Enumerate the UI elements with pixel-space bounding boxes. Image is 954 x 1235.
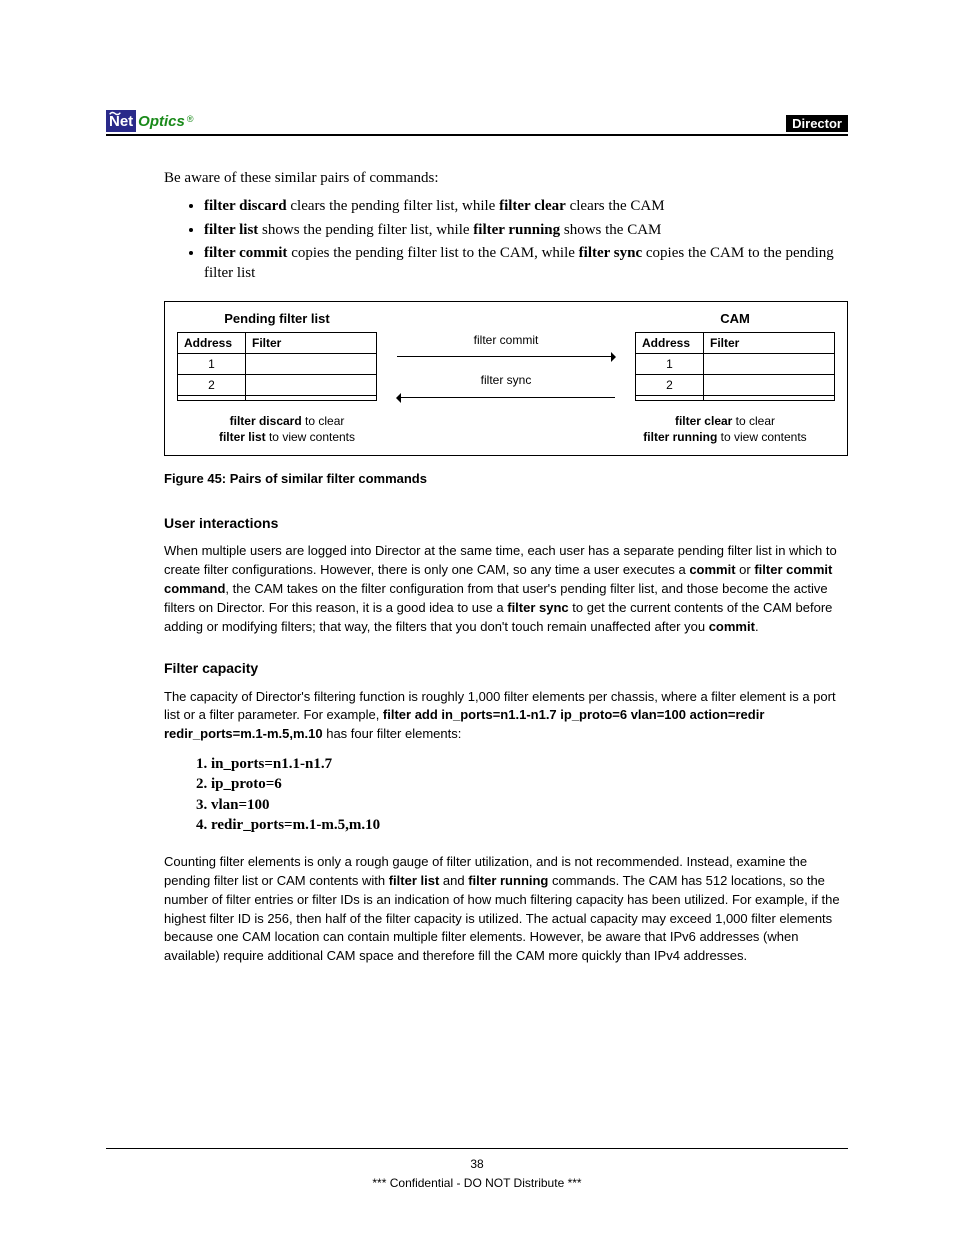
pending-table-col: Pending filter list AddressFilter 1 2 bbox=[177, 310, 377, 401]
cam-table: AddressFilter 1 2 bbox=[635, 332, 835, 402]
intro-text: Be aware of these similar pairs of comma… bbox=[164, 168, 848, 188]
list-item: filter discard clears the pending filter… bbox=[204, 196, 848, 216]
confidential-notice: *** Confidential - DO NOT Distribute *** bbox=[0, 1174, 954, 1193]
table-row: 2 bbox=[178, 375, 377, 396]
page-number: 38 bbox=[0, 1155, 954, 1174]
under-cam-text: filter clear to clear filter running to … bbox=[615, 413, 835, 445]
arrow-left-icon bbox=[387, 391, 625, 405]
arrow-commit-label: filter commit bbox=[377, 332, 635, 348]
arrow-right-icon bbox=[387, 350, 625, 364]
list-item: filter commit copies the pending filter … bbox=[204, 243, 848, 284]
logo-wave-icon: 〜 bbox=[109, 111, 133, 117]
filter-capacity-heading: Filter capacity bbox=[164, 659, 848, 678]
footer-rule bbox=[106, 1148, 848, 1149]
logo-net-box: 〜 Net bbox=[106, 110, 136, 132]
table-row bbox=[178, 396, 377, 401]
list-item: 2. ip_proto=6 bbox=[196, 774, 848, 794]
logo: 〜 Net Optics ® bbox=[106, 110, 194, 132]
list-item: filter list shows the pending filter lis… bbox=[204, 220, 848, 240]
filter-capacity-para1: The capacity of Director's filtering fun… bbox=[164, 688, 848, 745]
figure-caption: Figure 45: Pairs of similar filter comma… bbox=[164, 470, 848, 488]
arrow-sync-label: filter sync bbox=[377, 372, 635, 388]
table-row: 2 bbox=[636, 375, 835, 396]
user-interactions-para: When multiple users are logged into Dire… bbox=[164, 542, 848, 636]
table-row bbox=[636, 396, 835, 401]
list-item: 4. redir_ports=m.1-m.5,m.10 bbox=[196, 815, 848, 835]
page-footer: 38 *** Confidential - DO NOT Distribute … bbox=[0, 1155, 954, 1193]
director-badge: Director bbox=[786, 115, 848, 132]
table-row: 1 bbox=[636, 353, 835, 374]
filter-capacity-para2: Counting filter elements is only a rough… bbox=[164, 853, 848, 966]
under-pending-text: filter discard to clear filter list to v… bbox=[177, 413, 397, 445]
pending-title: Pending filter list bbox=[177, 310, 377, 328]
table-row: 1 bbox=[178, 353, 377, 374]
filter-elements-list: 1. in_ports=n1.1-n1.7 2. ip_proto=6 3. v… bbox=[196, 754, 848, 835]
arrows-column: filter commit filter sync bbox=[377, 310, 635, 404]
logo-registered-icon: ® bbox=[187, 114, 194, 124]
figure-box: Pending filter list AddressFilter 1 2 fi… bbox=[164, 301, 848, 456]
logo-optics-text: Optics bbox=[138, 113, 185, 130]
page-header: 〜 Net Optics ® Director bbox=[106, 110, 848, 136]
command-pairs-list: filter discard clears the pending filter… bbox=[164, 196, 848, 283]
user-interactions-heading: User interactions bbox=[164, 514, 848, 533]
list-item: 3. vlan=100 bbox=[196, 795, 848, 815]
cam-table-col: CAM AddressFilter 1 2 bbox=[635, 310, 835, 401]
cam-title: CAM bbox=[635, 310, 835, 328]
list-item: 1. in_ports=n1.1-n1.7 bbox=[196, 754, 848, 774]
pending-table: AddressFilter 1 2 bbox=[177, 332, 377, 402]
